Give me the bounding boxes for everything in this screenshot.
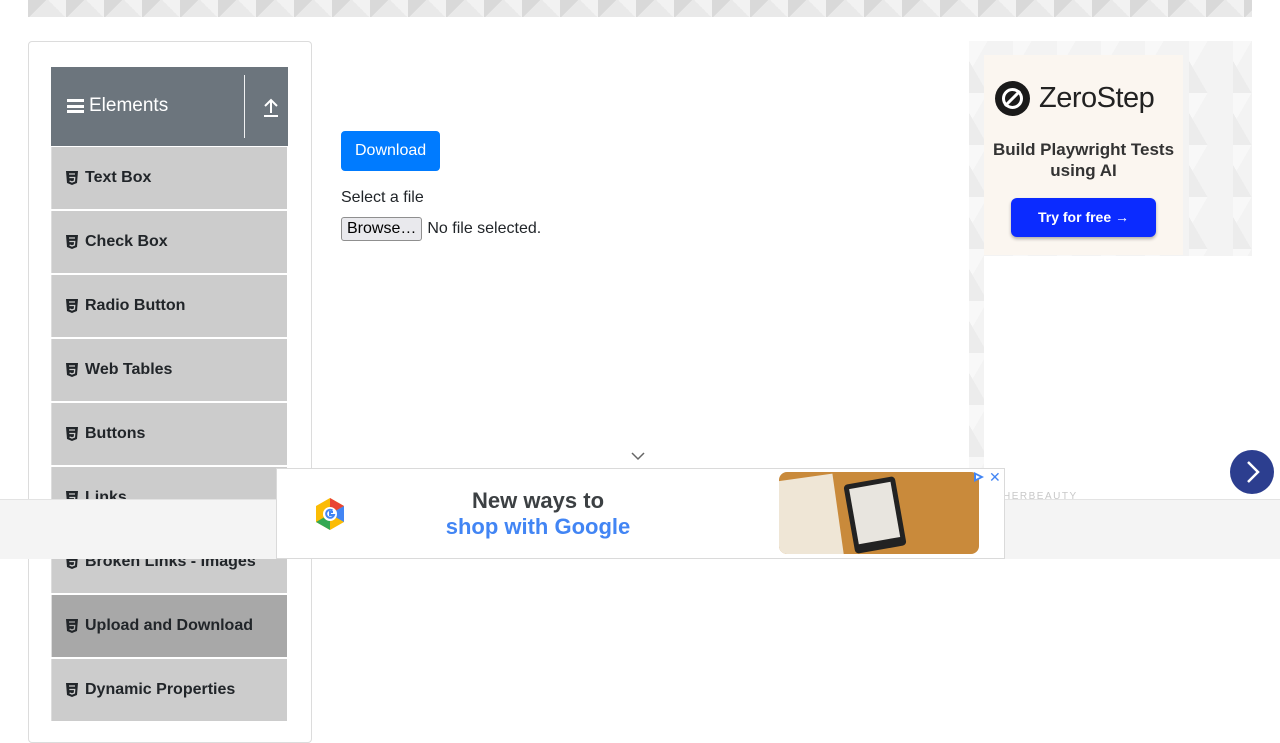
sidebar-item-text-box[interactable]: Text Box [51,147,287,209]
sidebar-item-radio-button[interactable]: Radio Button [51,275,287,337]
sidebar-item-label: Upload and Download [85,617,253,634]
adchoices-icon[interactable] [973,471,985,483]
file-upload-input[interactable]: Browse… No file selected. [341,217,541,241]
sidebar-item-label: Dynamic Properties [85,681,236,698]
sidebar-item-label: Check Box [85,233,168,250]
try-for-free-button[interactable]: Try for free → [1011,198,1156,237]
sidebar-item-label: Web Tables [85,361,173,378]
html5-icon [66,427,78,441]
html5-icon [66,619,78,633]
browse-button[interactable]: Browse… [341,217,423,241]
html5-icon [66,171,78,185]
google-shopping-ad[interactable]: New ways to shop with Google ✕ [276,468,1005,559]
sidebar-item-dynamic-properties[interactable]: Dynamic Properties [51,659,287,721]
download-button[interactable]: Download [341,131,441,171]
zerostep-tagline: Build Playwright Tests using AI [992,140,1175,180]
ad-headline-1: New ways to [471,488,605,513]
html5-icon [66,235,78,249]
sidebar-item-web-tables[interactable]: Web Tables [51,339,287,401]
ad-headline-2: shop with Google [445,514,631,539]
select-file-label: Select a file [341,189,424,206]
upload-download-panel: Download Select a file Browse… No file s… [341,131,541,241]
menu-icon [67,99,84,113]
header-divider [244,75,245,138]
google-shopping-icon [316,498,344,530]
html5-icon [66,299,78,313]
sidebar-item-label: Buttons [85,425,146,442]
top-ad-banner [28,0,1252,17]
zerostep-brand: ZeroStep [1039,82,1155,114]
zerostep-logo-icon [995,81,1030,116]
chevron-down-icon[interactable] [631,451,645,461]
sidebar-item-check-box[interactable]: Check Box [51,211,287,273]
html5-icon [66,363,78,377]
left-panel: Elements Text Box Check Box Radio Button… [28,41,312,743]
zerostep-ad[interactable]: ZeroStep Build Playwright Tests using AI… [984,55,1183,255]
sidebar-item-label: Radio Button [85,297,186,314]
html5-icon [66,683,78,697]
next-button[interactable] [1230,450,1274,494]
file-status-text: No file selected. [427,220,542,237]
ereader-image [779,472,979,554]
close-icon[interactable]: ✕ [989,470,1001,484]
sidebar-menu: Text Box Check Box Radio Button Web Tabl… [51,147,287,723]
elements-group-header[interactable]: Elements [51,67,288,146]
sidebar-item-buttons[interactable]: Buttons [51,403,287,465]
sidebar-item-label: Text Box [85,169,152,186]
chevron-right-icon [1247,461,1260,483]
sidebar-item-upload-and-download[interactable]: Upload and Download [51,595,287,657]
group-title: Elements [89,95,169,116]
collapse-arrow-icon[interactable] [261,97,281,119]
